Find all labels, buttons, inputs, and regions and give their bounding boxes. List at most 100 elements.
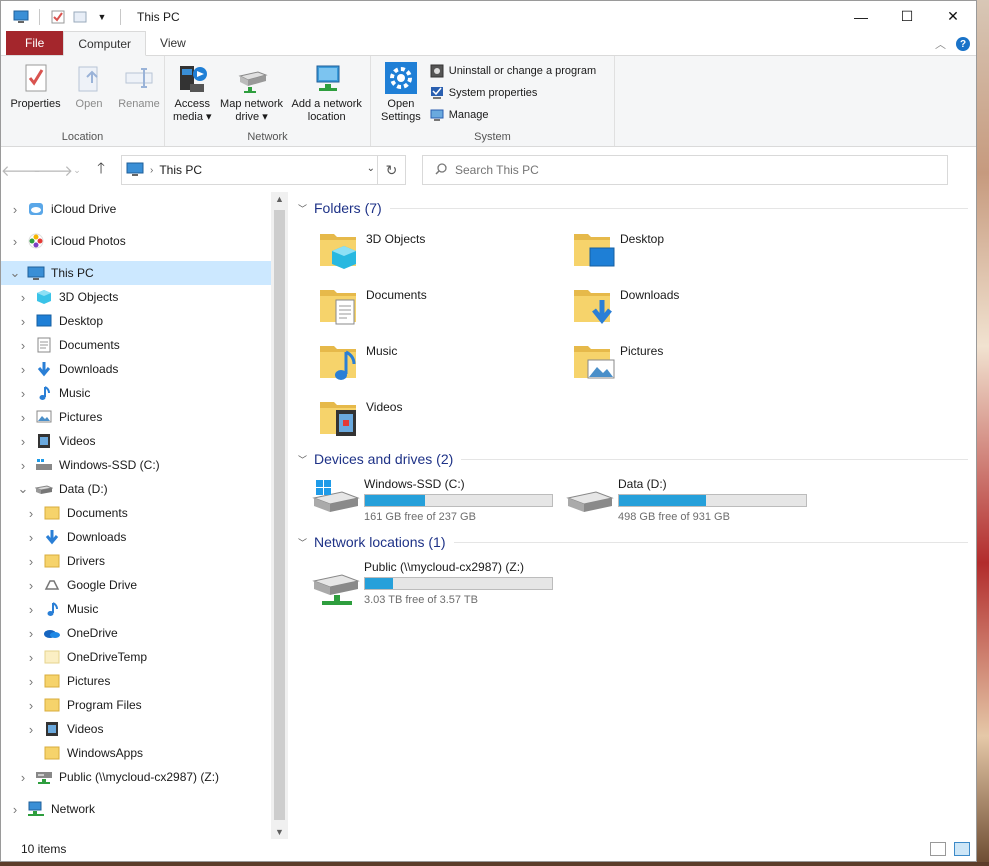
tab-file[interactable]: File (6, 31, 64, 55)
nav-item[interactable]: › Downloads (1, 357, 271, 381)
manage-button[interactable]: Manage (429, 106, 596, 124)
expand-chevron-icon[interactable]: › (25, 626, 37, 641)
expand-chevron-icon[interactable]: › (25, 674, 37, 689)
collapse-chevron-icon[interactable]: ﹀ (298, 536, 314, 549)
collapse-chevron-icon[interactable]: ﹀ (298, 453, 314, 466)
search-input[interactable] (455, 163, 855, 177)
folder-tile[interactable]: Desktop (572, 226, 664, 270)
expand-chevron-icon[interactable]: › (25, 650, 37, 665)
search-box[interactable] (422, 155, 948, 185)
navigation-scrollbar[interactable]: ▲ ▼ (271, 192, 288, 839)
nav-item[interactable]: › Program Files (1, 693, 271, 717)
folder-tile[interactable]: Downloads (572, 282, 679, 326)
expand-chevron-icon[interactable]: › (25, 554, 37, 569)
expand-chevron-icon[interactable]: › (17, 410, 29, 425)
tab-view[interactable]: View (146, 31, 200, 55)
drive-tile[interactable]: Public (\\mycloud-cx2987) (Z:) 3.03 TB fr… (312, 559, 553, 607)
expand-chevron-icon[interactable]: › (25, 698, 37, 713)
expand-chevron-icon[interactable]: › (9, 202, 21, 217)
expand-chevron-icon[interactable]: › (25, 602, 37, 617)
folder-tile[interactable]: Videos (318, 394, 402, 438)
nav-item[interactable]: ⌄ This PC (1, 261, 271, 285)
help-icon[interactable]: ? (956, 37, 970, 51)
expand-chevron-icon[interactable]: › (17, 386, 29, 401)
tab-computer[interactable]: Computer (63, 31, 147, 56)
breadcrumb-this-pc[interactable]: This PC (159, 163, 202, 177)
folder-tile[interactable]: Music (318, 338, 397, 382)
minimize-button[interactable]: — (838, 1, 884, 32)
address-dropdown-icon[interactable]: ⌄ (367, 163, 375, 174)
recent-locations-button[interactable]: ⌄ (71, 156, 83, 184)
expand-chevron-icon[interactable]: › (9, 234, 21, 249)
large-icons-view-button[interactable] (954, 842, 970, 856)
expand-chevron-icon[interactable]: › (25, 578, 37, 593)
collapse-chevron-icon[interactable]: ﹀ (298, 202, 314, 215)
nav-item[interactable]: › Desktop (1, 309, 271, 333)
up-button[interactable]: 🡑 (87, 156, 115, 184)
nav-item[interactable]: › Windows-SSD (C:) (1, 453, 271, 477)
nav-item[interactable]: › Videos (1, 429, 271, 453)
address-bar[interactable]: › This PC ⌄ ↻ (121, 155, 406, 185)
nav-item[interactable]: ⌄ Data (D:) (1, 477, 271, 501)
folder-tile[interactable]: Documents (318, 282, 427, 326)
nav-item[interactable]: › iCloud Photos (1, 229, 271, 253)
nav-item[interactable]: › 3D Objects (1, 285, 271, 309)
collapse-ribbon-icon[interactable]: ︿ (935, 36, 946, 52)
folder-tile[interactable]: Pictures (572, 338, 663, 382)
properties-icon[interactable] (50, 9, 66, 25)
back-button[interactable]: 🡐 (1, 156, 41, 184)
expand-chevron-icon[interactable]: › (9, 802, 21, 817)
nav-item[interactable]: › iCloud Drive (1, 197, 271, 221)
nav-item[interactable]: › Downloads (1, 525, 271, 549)
scroll-up-icon[interactable]: ▲ (275, 194, 284, 204)
nav-item[interactable]: › Music (1, 597, 271, 621)
nav-item[interactable]: › Videos (1, 717, 271, 741)
this-pc-icon (27, 265, 45, 281)
expand-chevron-icon[interactable]: › (17, 362, 29, 377)
nav-item[interactable]: › Pictures (1, 669, 271, 693)
expand-chevron-icon[interactable]: › (25, 530, 37, 545)
close-button[interactable]: ✕ (930, 1, 976, 32)
drive-tile[interactable]: Windows-SSD (C:) 161 GB free of 237 GB (312, 476, 553, 524)
expand-chevron-icon[interactable]: › (17, 314, 29, 329)
nav-item[interactable]: › Documents (1, 501, 271, 525)
nav-item[interactable]: › Documents (1, 333, 271, 357)
expand-chevron-icon[interactable]: › (17, 770, 29, 785)
nav-item[interactable]: › OneDriveTemp (1, 645, 271, 669)
expand-chevron-icon[interactable]: › (17, 338, 29, 353)
devices-section-header[interactable]: ﹀ Devices and drives (2) (298, 451, 968, 467)
expanded-chevron-icon[interactable]: ⌄ (17, 481, 29, 497)
qat-dropdown-icon[interactable]: ▼ (94, 9, 110, 25)
expand-chevron-icon[interactable]: › (25, 506, 37, 521)
nav-item[interactable]: › Google Drive (1, 573, 271, 597)
uninstall-program-button[interactable]: Uninstall or change a program (429, 62, 596, 80)
scrollbar-thumb[interactable] (274, 210, 285, 820)
nav-item[interactable]: › Public (\\mycloud-cx2987) (Z:) (1, 765, 271, 789)
scroll-down-icon[interactable]: ▼ (275, 827, 284, 837)
details-view-button[interactable] (930, 842, 946, 856)
refresh-button[interactable]: ↻ (377, 156, 405, 184)
expand-chevron-icon[interactable]: › (25, 722, 37, 737)
system-properties-button[interactable]: System properties (429, 84, 596, 102)
folders-section-header[interactable]: ﹀ Folders (7) (298, 200, 968, 216)
drive-tile[interactable]: Data (D:) 498 GB free of 931 GB (566, 476, 807, 524)
desktop-wallpaper-bottom (0, 862, 989, 866)
expand-chevron-icon[interactable]: › (17, 434, 29, 449)
expanded-chevron-icon[interactable]: ⌄ (9, 265, 21, 281)
new-folder-icon[interactable] (72, 9, 88, 25)
breadcrumb-separator-icon[interactable]: › (150, 165, 153, 176)
folder-tile[interactable]: 3D Objects (318, 226, 425, 270)
forward-button[interactable]: 🡒 (33, 156, 73, 184)
network-section-header[interactable]: ﹀ Network locations (1) (298, 534, 968, 550)
music-icon (43, 601, 61, 617)
expand-chevron-icon[interactable]: › (17, 290, 29, 305)
nav-item[interactable]: › Music (1, 381, 271, 405)
maximize-button[interactable]: ☐ (884, 1, 930, 32)
nav-item[interactable]: › Network (1, 797, 271, 821)
expand-chevron-icon[interactable]: › (17, 458, 29, 473)
nav-item[interactable]: WindowsApps (1, 741, 271, 765)
network-drive-icon (35, 769, 53, 785)
nav-item[interactable]: › Drivers (1, 549, 271, 573)
nav-item[interactable]: › Pictures (1, 405, 271, 429)
nav-item[interactable]: › OneDrive (1, 621, 271, 645)
